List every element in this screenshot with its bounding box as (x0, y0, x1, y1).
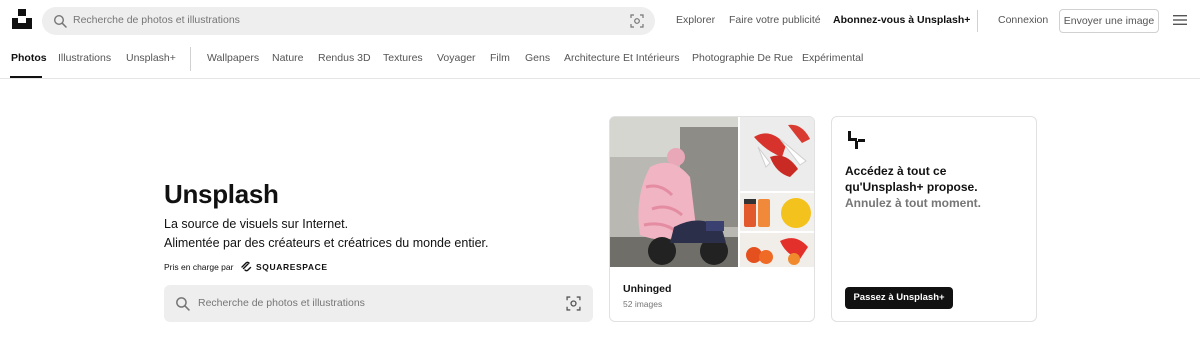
plus-cancel-note: Annulez à tout moment. (845, 196, 981, 210)
category-nav: Photos Illustrations Unsplash+ Wallpaper… (0, 41, 1200, 79)
nav-item-unsplash-plus[interactable]: Unsplash+ (126, 52, 176, 64)
upgrade-plus-button[interactable]: Passez à Unsplash+ (845, 287, 953, 309)
collection-photo-jars (740, 193, 814, 231)
hero-search-bar[interactable]: Recherche de photos et illustrations (164, 285, 593, 322)
nav-item-wallpapers[interactable]: Wallpapers (207, 52, 259, 64)
nav-item-textures[interactable]: Textures (383, 52, 423, 64)
nav-item-street-photography[interactable]: Photographie De Rue (692, 52, 793, 64)
hero-title: Unsplash (164, 179, 279, 209)
collection-photo-fruit (740, 233, 814, 267)
collection-title[interactable]: Unhinged (623, 283, 671, 295)
hero-tagline: La source de visuels sur Internet. (164, 217, 349, 231)
hero-search-placeholder: Recherche de photos et illustrations (198, 297, 365, 309)
sponsor-name[interactable]: SQUARESPACE (256, 262, 328, 272)
powered-by-label: Pris en charge par (164, 262, 234, 272)
header-divider (977, 10, 978, 32)
visual-search-icon[interactable] (566, 296, 581, 311)
nav-item-photos[interactable]: Photos (11, 52, 47, 64)
plus-headline-line2: qu'Unsplash+ propose. (845, 180, 978, 194)
search-icon[interactable] (175, 296, 190, 311)
nav-item-nature[interactable]: Nature (272, 52, 304, 64)
hamburger-menu-icon[interactable] (1173, 14, 1187, 26)
active-tab-indicator (10, 76, 42, 78)
nav-item-illustrations[interactable]: Illustrations (58, 52, 111, 64)
nav-item-people[interactable]: Gens (525, 52, 550, 64)
advertise-link[interactable]: Faire votre publicité (729, 14, 821, 26)
login-link[interactable]: Connexion (998, 14, 1048, 26)
squarespace-logo-icon[interactable] (240, 260, 252, 272)
nav-divider (190, 47, 191, 71)
explore-link[interactable]: Explorer (676, 14, 715, 26)
collection-photo-peppers (740, 117, 814, 191)
hero-subtagline: Alimentée par des créateurs et créatrice… (164, 236, 489, 250)
upload-image-button[interactable]: Envoyer une image (1059, 9, 1159, 33)
unsplash-logo-icon[interactable] (12, 9, 32, 29)
top-header: Recherche de photos et illustrations Exp… (0, 0, 1200, 41)
collection-card[interactable]: Unhinged 52 images (609, 116, 815, 322)
collection-main-photo (610, 117, 738, 267)
unsplash-plus-logo-icon (848, 131, 865, 149)
unsplash-plus-card: Accédez à tout ce qu'Unsplash+ propose. … (831, 116, 1037, 322)
nav-item-3d-renders[interactable]: Rendus 3D (318, 52, 371, 64)
collection-image-count: 52 images (623, 299, 663, 309)
subscribe-plus-link[interactable]: Abonnez-vous à Unsplash+ (833, 14, 970, 26)
nav-item-experimental[interactable]: Expérimental (802, 52, 863, 64)
search-placeholder: Recherche de photos et illustrations (73, 14, 240, 26)
plus-headline-line1: Accédez à tout ce (845, 164, 947, 178)
nav-item-film[interactable]: Film (490, 52, 510, 64)
search-icon[interactable] (53, 14, 67, 28)
nav-item-travel[interactable]: Voyager (437, 52, 476, 64)
nav-item-architecture[interactable]: Architecture Et Intérieurs (564, 52, 680, 64)
top-search-bar[interactable]: Recherche de photos et illustrations (42, 7, 655, 35)
visual-search-icon[interactable] (630, 14, 644, 28)
